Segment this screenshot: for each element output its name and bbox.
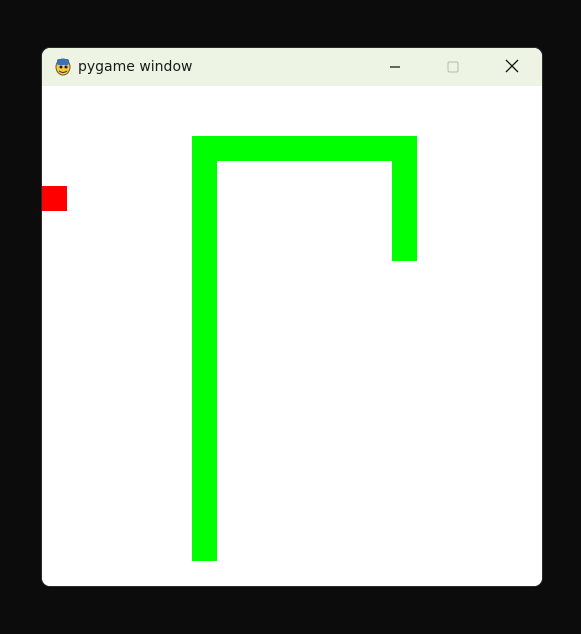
snake-segment xyxy=(342,136,367,161)
snake-segment xyxy=(192,211,217,236)
snake-segment xyxy=(217,136,242,161)
game-canvas[interactable] xyxy=(42,86,542,586)
snake-segment xyxy=(192,536,217,561)
snake-segment xyxy=(192,186,217,211)
snake-segment xyxy=(392,161,417,186)
snake-segment xyxy=(192,436,217,461)
pygame-snake-icon xyxy=(53,56,73,76)
snake-segment xyxy=(192,486,217,511)
snake-segment xyxy=(392,186,417,211)
close-icon xyxy=(505,58,519,77)
snake-segment xyxy=(267,136,292,161)
close-button[interactable] xyxy=(489,48,535,86)
snake-segment xyxy=(192,361,217,386)
snake-segment xyxy=(192,411,217,436)
snake-segment xyxy=(192,136,217,161)
minimize-icon xyxy=(389,58,401,77)
maximize-icon xyxy=(447,58,459,77)
snake-segment xyxy=(392,211,417,236)
snake-segment xyxy=(192,511,217,536)
snake-segment xyxy=(192,311,217,336)
snake-segment xyxy=(192,161,217,186)
maximize-button[interactable] xyxy=(430,48,476,86)
snake-segment xyxy=(292,136,317,161)
snake-segment xyxy=(367,136,392,161)
snake-segment xyxy=(317,136,342,161)
snake-segment xyxy=(242,136,267,161)
snake-segment xyxy=(392,136,417,161)
snake-segment xyxy=(192,286,217,311)
snake-segment xyxy=(192,336,217,361)
snake-segment xyxy=(192,386,217,411)
snake-head xyxy=(392,236,417,261)
window-title: pygame window xyxy=(78,59,193,75)
snake-segment xyxy=(192,461,217,486)
minimize-button[interactable] xyxy=(372,48,418,86)
food-block xyxy=(42,186,67,211)
snake-segment xyxy=(192,261,217,286)
snake-segment xyxy=(192,236,217,261)
title-bar[interactable]: pygame window xyxy=(42,48,542,86)
pygame-window: pygame window xyxy=(42,48,542,586)
